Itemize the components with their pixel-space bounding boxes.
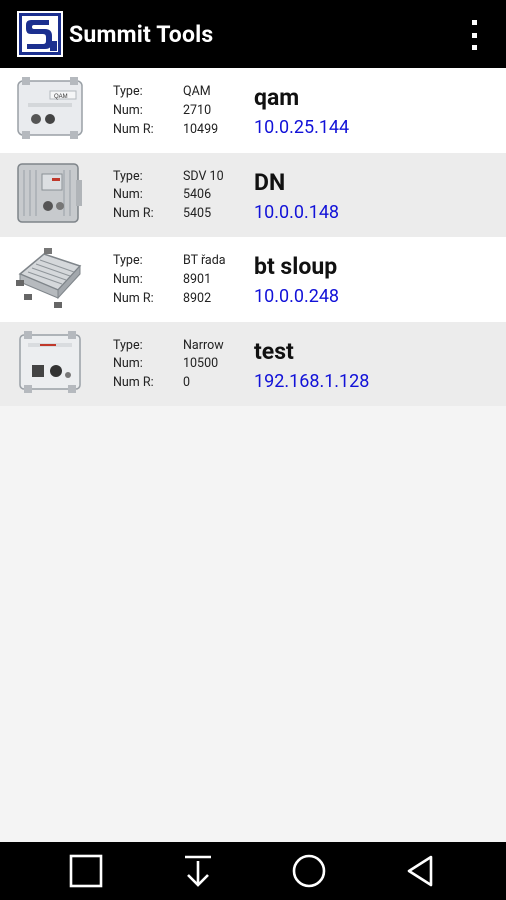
summit-logo-icon	[17, 11, 63, 57]
device-ip: 10.0.0.148	[254, 201, 340, 223]
num-value: 5406	[183, 187, 212, 203]
type-label: Type:	[113, 168, 143, 184]
device-row[interactable]: Type: SDV 10 Num: 5406 Num R: 5405 DN 10.0.…	[0, 152, 506, 237]
num-value: 2710	[183, 102, 212, 118]
num-r-label: Num R:	[113, 121, 154, 137]
type-value: Narrow	[183, 337, 224, 353]
device-row[interactable]: QAM Type: QAM Num: 2710 Num R: 10499 qam 10…	[0, 68, 506, 153]
device-name: test	[254, 337, 294, 365]
navigation-bar	[0, 842, 506, 900]
num-r-value: 5405	[183, 206, 212, 222]
square-icon[interactable]	[56, 842, 116, 900]
type-label: Type:	[113, 253, 143, 268]
app-title: Summit Tools	[69, 20, 214, 48]
device-row[interactable]: Type: BT řada Num: 8901 Num R: 8902 bt slou…	[0, 237, 506, 322]
qam-node-image: QAM	[14, 75, 86, 143]
device-info: Type: QAM Num: 2710 Num R: 10499	[113, 83, 248, 139]
device-info: Type: BT řada Num: 8901 Num R: 8902	[113, 252, 248, 308]
narrow-node-image	[14, 329, 86, 397]
overflow-menu-icon[interactable]	[468, 20, 480, 50]
svg-text:QAM: QAM	[54, 94, 68, 100]
type-value: QAM	[183, 84, 211, 99]
device-info: Type: SDV 10 Num: 5406 Num R: 5405	[113, 168, 248, 224]
type-label: Type:	[113, 337, 143, 353]
num-label: Num:	[113, 187, 143, 203]
num-r-label: Num R:	[113, 375, 154, 391]
app-screen: Summit Tools QAM Type: QAM Num: 2710 Num…	[0, 0, 506, 900]
sdv-node-image	[14, 160, 86, 228]
circle-icon[interactable]	[279, 842, 339, 900]
num-r-label: Num R:	[113, 206, 154, 222]
bt-amplifier-image	[14, 244, 86, 312]
device-info: Type: Narrow Num: 10500 Num R: 0	[113, 337, 248, 393]
num-label: Num:	[113, 271, 143, 287]
device-ip: 10.0.25.144	[254, 117, 350, 138]
triangle-back-icon[interactable]	[391, 842, 451, 900]
num-label: Num:	[113, 102, 143, 118]
device-row[interactable]: Type: Narrow Num: 10500 Num R: 0 test 192.1…	[0, 321, 506, 406]
device-name: qam	[254, 84, 300, 111]
num-label: Num:	[113, 356, 143, 372]
num-r-value: 10499	[183, 121, 219, 137]
num-value: 10500	[183, 356, 219, 372]
device-ip: 10.0.0.248	[254, 286, 340, 307]
device-name: bt sloup	[254, 253, 338, 280]
action-bar: Summit Tools	[0, 0, 506, 68]
type-value: BT řada	[183, 253, 226, 268]
download-arrow-icon[interactable]	[168, 842, 228, 900]
device-ip: 192.168.1.128	[254, 370, 370, 392]
device-list: QAM Type: QAM Num: 2710 Num R: 10499 qam 10…	[0, 68, 506, 406]
num-r-value: 8902	[183, 290, 212, 306]
num-value: 8901	[183, 271, 212, 287]
num-r-value: 0	[183, 375, 191, 391]
device-name: DN	[254, 168, 286, 196]
type-label: Type:	[113, 84, 143, 99]
num-r-label: Num R:	[113, 290, 154, 306]
type-value: SDV 10	[183, 168, 224, 184]
